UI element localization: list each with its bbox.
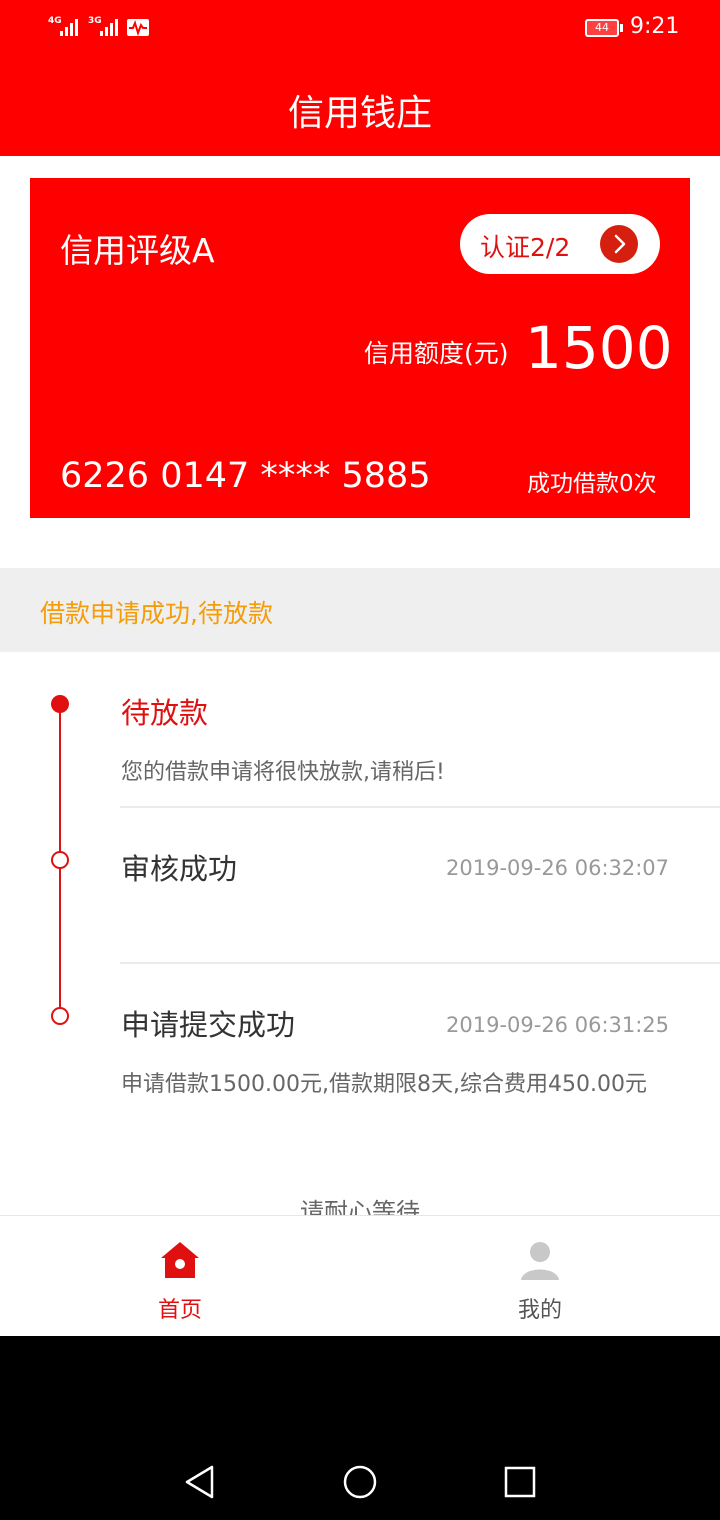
user-icon — [521, 1242, 559, 1280]
timeline-step-time: 2019-09-26 06:32:07 — [446, 856, 670, 880]
loan-count: 成功借款0次 — [527, 471, 657, 497]
timeline-step-title: 申请提交成功 — [121, 1008, 296, 1042]
nav-label-mine: 我的 — [517, 1298, 562, 1323]
timeline-step-title: 审核成功 — [121, 852, 238, 886]
timeline-dot — [51, 1007, 69, 1025]
system-nav-bar — [0, 1336, 720, 1520]
back-icon[interactable] — [180, 1462, 220, 1502]
nav-item-home[interactable]: 首页 — [0, 1216, 360, 1337]
home-icon — [161, 1242, 199, 1278]
divider — [120, 962, 720, 964]
timeline-step-title: 待放款 — [121, 696, 209, 730]
activity-icon — [127, 19, 149, 37]
status-banner: 借款申请成功,待放款 — [0, 568, 720, 652]
status-message: 借款申请成功,待放款 — [40, 599, 273, 628]
chevron-right-icon — [600, 225, 638, 263]
credit-quota-label: 信用额度(元) — [364, 339, 509, 368]
divider — [120, 806, 720, 808]
timeline-step-desc: 您的借款申请将很快放款,请稍后! — [121, 760, 445, 785]
timeline-step-desc: 申请借款1500.00元,借款期限8天,综合费用450.00元 — [121, 1072, 647, 1097]
battery-icon: 44 — [585, 19, 619, 37]
recent-apps-icon[interactable] — [500, 1462, 540, 1502]
signal-3g-icon — [100, 18, 118, 36]
timeline-step-time: 2019-09-26 06:31:25 — [446, 1013, 670, 1037]
home-circle-icon[interactable] — [340, 1462, 380, 1502]
signal-4g-icon — [60, 18, 78, 36]
certification-label: 认证2/2 — [480, 233, 571, 262]
credit-rating: 信用评级A — [60, 231, 215, 270]
nav-item-mine[interactable]: 我的 — [360, 1216, 720, 1337]
timeline-dot — [51, 851, 69, 869]
bank-card-number: 6226 0147 **** 5885 — [60, 456, 431, 496]
clock: 9:21 — [630, 14, 680, 39]
nav-label-home: 首页 — [157, 1298, 202, 1323]
timeline-dot-active — [51, 695, 69, 713]
certification-button[interactable]: 认证2/2 — [460, 214, 660, 274]
battery-tip — [620, 24, 623, 32]
credit-card: 信用评级A 认证2/2 信用额度(元) 1500 6226 0147 **** … — [30, 178, 690, 518]
app-header: 4G 3G 44 9:21 信用钱庄 — [0, 0, 720, 156]
page-title: 信用钱庄 — [287, 93, 432, 134]
bottom-nav: 首页 我的 — [0, 1215, 720, 1337]
credit-quota-value: 1500 — [525, 314, 673, 382]
